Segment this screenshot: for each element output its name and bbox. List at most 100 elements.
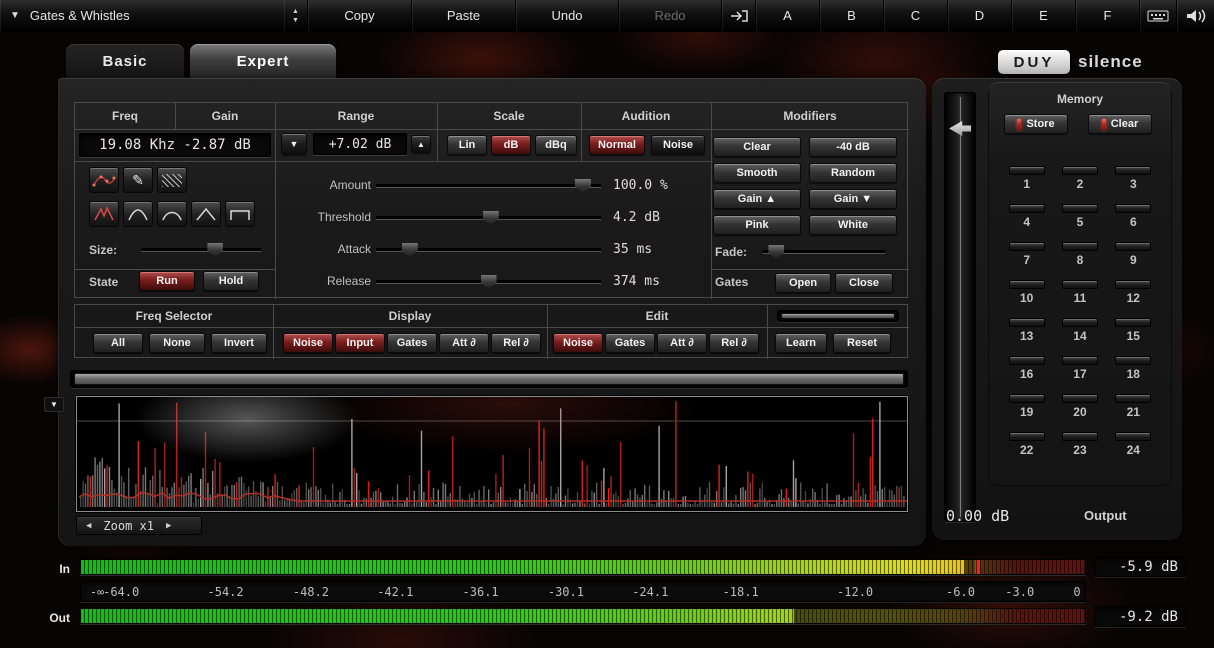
fade-slider[interactable]	[763, 251, 885, 254]
spinner-up-icon[interactable]: ▲	[292, 8, 299, 15]
undo-button[interactable]: Undo	[516, 0, 619, 31]
amount-slider[interactable]	[376, 185, 601, 188]
output-fader[interactable]	[944, 92, 976, 522]
memory-slot-button[interactable]	[1062, 318, 1098, 327]
edit-gates-button[interactable]: Gates	[605, 333, 655, 353]
modifier-white-button[interactable]: White	[809, 215, 897, 235]
edit-noise-button[interactable]: Noise	[553, 333, 603, 353]
memory-slot-button[interactable]	[1062, 432, 1098, 441]
memory-slot-button[interactable]	[1115, 280, 1151, 289]
memory-slot-button[interactable]	[1115, 318, 1151, 327]
memory-slot-button[interactable]	[1009, 242, 1045, 251]
memory-slot-button[interactable]	[1009, 356, 1045, 365]
attack-slider-thumb[interactable]	[402, 243, 418, 257]
memory-slot-button[interactable]	[1009, 280, 1045, 289]
slot-a-button[interactable]: A	[756, 0, 820, 31]
tab-expert[interactable]: Expert	[190, 44, 336, 78]
curve-shape-spike-button[interactable]	[89, 201, 119, 227]
memory-slot-button[interactable]	[1115, 432, 1151, 441]
memory-slot-button[interactable]	[1062, 242, 1098, 251]
memory-slot-button[interactable]	[1115, 204, 1151, 213]
memory-slot-button[interactable]	[1062, 394, 1098, 403]
size-slider-thumb[interactable]	[207, 243, 223, 257]
modifier-gain-up-button[interactable]: Gain ▲	[713, 189, 801, 209]
amount-slider-thumb[interactable]	[575, 179, 591, 193]
output-fader-handle[interactable]	[949, 121, 971, 136]
modifier-clear-button[interactable]: Clear	[713, 137, 801, 157]
gates-open-button[interactable]: Open	[775, 273, 831, 293]
edit-att-button[interactable]: Att ∂	[657, 333, 707, 353]
preset-dropdown-icon[interactable]: ▼	[10, 10, 20, 21]
audio-button[interactable]	[1177, 0, 1214, 31]
zoom-in-icon[interactable]: ▶	[166, 521, 171, 531]
modifier-pink-button[interactable]: Pink	[713, 215, 801, 235]
spectrum-scrollbar[interactable]	[70, 370, 908, 388]
pencil-tool-button[interactable]: ✎	[123, 167, 153, 193]
display-rel-button[interactable]: Rel ∂	[491, 333, 541, 353]
slot-c-button[interactable]: C	[884, 0, 948, 31]
freq-select-invert-button[interactable]: Invert	[211, 333, 267, 353]
spinner-down-icon[interactable]: ▼	[292, 17, 299, 24]
slot-d-button[interactable]: D	[948, 0, 1012, 31]
gates-close-button[interactable]: Close	[835, 273, 893, 293]
curve-shape-bell-button[interactable]	[123, 201, 153, 227]
memory-slot-button[interactable]	[1062, 356, 1098, 365]
slot-b-button[interactable]: B	[820, 0, 884, 31]
memory-clear-button[interactable]: Clear	[1088, 114, 1152, 134]
scale-db-button[interactable]: dB	[491, 135, 531, 155]
memory-slot-button[interactable]	[1062, 166, 1098, 175]
scale-lin-button[interactable]: Lin	[447, 135, 487, 155]
range-up-button[interactable]: ▲	[411, 135, 431, 153]
curve-shape-peak-button[interactable]	[191, 201, 221, 227]
brush-tool-button[interactable]	[157, 167, 187, 193]
attack-slider[interactable]	[376, 249, 601, 252]
slot-f-button[interactable]: F	[1076, 0, 1140, 31]
copy-button[interactable]: Copy	[308, 0, 412, 31]
memory-slot-button[interactable]	[1115, 166, 1151, 175]
spectrum-display[interactable]	[76, 396, 908, 512]
memory-slot-button[interactable]	[1009, 204, 1045, 213]
paste-button[interactable]: Paste	[412, 0, 516, 31]
modifier-minus40-button[interactable]: -40 dB	[809, 137, 897, 157]
memory-slot-button[interactable]	[1115, 394, 1151, 403]
memory-slot-button[interactable]	[1009, 166, 1045, 175]
memory-slot-button[interactable]	[1062, 280, 1098, 289]
threshold-slider[interactable]	[376, 217, 601, 220]
audition-noise-button[interactable]: Noise	[651, 135, 705, 155]
keyboard-button[interactable]	[1140, 0, 1177, 31]
scale-dbq-button[interactable]: dBq	[535, 135, 577, 155]
spectrum-scrollbar-handle[interactable]	[74, 373, 904, 385]
state-hold-button[interactable]: Hold	[203, 271, 259, 291]
display-gates-button[interactable]: Gates	[387, 333, 437, 353]
modifier-random-button[interactable]: Random	[809, 163, 897, 183]
reset-button[interactable]: Reset	[833, 333, 891, 353]
learn-button[interactable]: Learn	[775, 333, 827, 353]
slot-e-button[interactable]: E	[1012, 0, 1076, 31]
memory-slot-button[interactable]	[1115, 242, 1151, 251]
memory-slot-button[interactable]	[1009, 432, 1045, 441]
zoom-out-icon[interactable]: ◀	[86, 521, 91, 531]
memory-store-button[interactable]: Store	[1004, 114, 1068, 134]
audition-normal-button[interactable]: Normal	[589, 135, 645, 155]
range-down-button[interactable]: ▼	[281, 133, 307, 155]
curve-shape-flat-button[interactable]	[225, 201, 255, 227]
spectrum-marker[interactable]: ▼	[44, 397, 64, 412]
freq-select-all-button[interactable]: All	[93, 333, 143, 353]
modifier-smooth-button[interactable]: Smooth	[713, 163, 801, 183]
tab-basic[interactable]: Basic	[66, 44, 184, 78]
copy-to-slot-button[interactable]	[722, 0, 756, 31]
display-noise-button[interactable]: Noise	[283, 333, 333, 353]
memory-slot-button[interactable]	[1009, 394, 1045, 403]
memory-slot-button[interactable]	[1062, 204, 1098, 213]
freq-select-none-button[interactable]: None	[149, 333, 205, 353]
learn-progress-track[interactable]	[777, 310, 899, 322]
edit-rel-button[interactable]: Rel ∂	[709, 333, 759, 353]
preset-selector[interactable]: ▼ Gates & Whistles	[0, 0, 284, 31]
state-run-button[interactable]: Run	[139, 271, 195, 291]
size-slider[interactable]	[141, 249, 261, 252]
fade-slider-thumb[interactable]	[768, 245, 784, 259]
zoom-control[interactable]: ◀ Zoom x1 ▶	[76, 516, 202, 535]
display-input-button[interactable]: Input	[335, 333, 385, 353]
memory-slot-button[interactable]	[1009, 318, 1045, 327]
curve-shape-plateau-button[interactable]	[157, 201, 187, 227]
